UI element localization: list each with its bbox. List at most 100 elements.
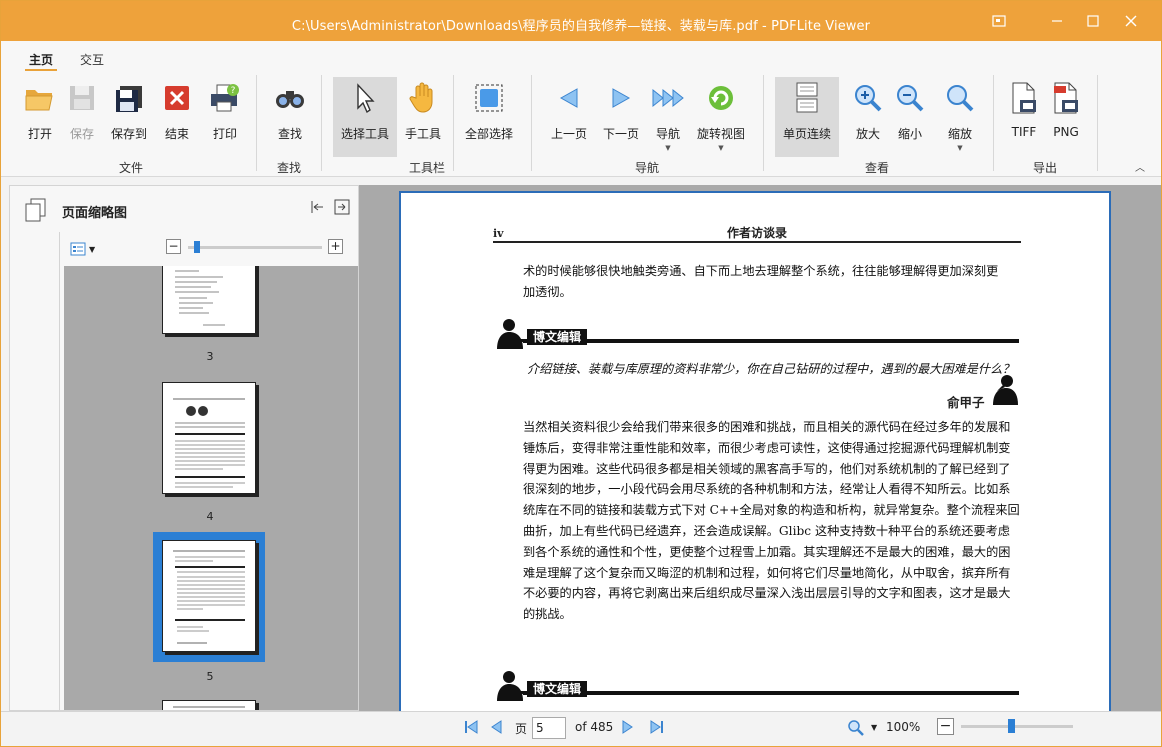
svg-text:?: ? — [231, 86, 236, 96]
page-preview — [175, 270, 225, 326]
thumbnail-list[interactable]: 3 4 5 — [64, 266, 358, 710]
editor-silhouette-icon — [497, 319, 525, 349]
save-as-button[interactable]: 保存到 — [107, 77, 151, 157]
zoom-out-icon — [897, 85, 924, 112]
status-bar: 页 5 of 485 ▼ 100% − — [1, 711, 1161, 746]
single-continuous-button[interactable]: 单页连续 — [775, 77, 839, 157]
thumbnail-panel-header: 页面缩略图 — [10, 186, 358, 232]
next-page-label: 下一页 — [602, 127, 639, 141]
thumb-zoom-out-button[interactable]: − — [166, 239, 181, 254]
section-band-rule — [523, 691, 1019, 695]
thumb-zoom-in-button[interactable]: + — [328, 239, 343, 254]
page-number-header: iv — [493, 227, 504, 240]
header-rule — [493, 241, 1021, 243]
section-tag: 博文编辑 — [527, 329, 588, 345]
text-line: 得更为困难。这些代码很多都是相关领域的黑客高手写的，他们对系统机制的了解已经到了 — [523, 461, 1011, 476]
cursor-arrow-icon — [357, 83, 375, 114]
document-page[interactable]: iv 作者访谈录 术的时候能够很快地触类旁通、自下而上地去理解整个系统，往往能够… — [399, 191, 1111, 711]
triangle-left-icon — [559, 88, 578, 108]
window-layout-icon — [992, 15, 1006, 27]
print-button[interactable]: ? 打印 — [207, 77, 243, 157]
find-button[interactable]: 查找 — [271, 77, 309, 157]
page-number-input[interactable]: 5 — [532, 717, 566, 739]
zoom-slider[interactable] — [961, 719, 1073, 733]
select-all-icon — [475, 84, 503, 112]
group-label-view: 查看 — [865, 161, 890, 175]
status-prev-page-button[interactable] — [489, 720, 503, 737]
text-line: 到各个系统的通性和个性，更使整个过程雪上加霜。其实理解还不是最大的困难，最大的困 — [523, 544, 1011, 559]
select-all-button[interactable]: 全部选择 — [461, 77, 517, 157]
navigate-dropdown-button[interactable]: 导航 ▼ — [649, 77, 687, 157]
export-tiff-button[interactable]: TIFF — [1007, 77, 1041, 157]
zoom-dropdown-button[interactable]: 缩放 ▼ — [943, 77, 977, 157]
close-window-button[interactable] — [1119, 10, 1143, 32]
last-page-button[interactable] — [649, 720, 665, 737]
select-tool-button[interactable]: 选择工具 — [333, 77, 397, 157]
maximize-button[interactable] — [1081, 10, 1105, 32]
tab-interact[interactable]: 交互 — [80, 51, 104, 68]
zoom-in-button[interactable]: 放大 — [851, 77, 885, 157]
zoom-menu-button[interactable] — [847, 719, 865, 740]
rotate-view-label: 旋转视图 — [696, 127, 745, 141]
first-page-icon — [465, 720, 478, 734]
rotate-view-dropdown-button[interactable]: 旋转视图 ▼ — [695, 77, 747, 157]
running-header: 作者访谈录 — [727, 226, 788, 240]
zoom-slider-knob[interactable] — [1008, 719, 1016, 733]
thumb-zoom-slider-knob[interactable] — [194, 241, 201, 253]
ribbon-separator — [531, 75, 532, 171]
collapse-ribbon-button[interactable]: ︿ — [1135, 159, 1145, 174]
thumbnail-options-button[interactable]: ▼ — [70, 242, 95, 256]
chevron-down-icon[interactable]: ▼ — [871, 723, 877, 732]
close-document-label: 结束 — [164, 127, 189, 141]
status-next-page-button[interactable] — [621, 720, 635, 737]
minimize-icon — [1052, 20, 1062, 22]
collapse-panel-button[interactable] — [310, 200, 324, 217]
ribbon-separator — [1097, 75, 1098, 171]
zoom-percent: 100% — [886, 720, 921, 734]
status-zoom-out-button[interactable]: − — [937, 718, 954, 735]
document-view[interactable]: iv 作者访谈录 术的时候能够很快地触类旁通、自下而上地去理解整个系统，往往能够… — [359, 185, 1161, 711]
thumbnail-page-selected[interactable] — [162, 540, 256, 652]
find-label: 查找 — [277, 127, 302, 141]
title-bar: C:\Users\Administrator\Downloads\程序员的自我修… — [1, 1, 1161, 41]
tab-home[interactable]: 主页 — [24, 51, 58, 71]
group-label-toolbar: 工具栏 — [409, 161, 446, 175]
close-document-button[interactable]: 结束 — [159, 77, 195, 157]
thumbnail-number: 5 — [206, 670, 214, 683]
single-continuous-label: 单页连续 — [782, 127, 831, 141]
editor-silhouette-icon — [497, 671, 525, 701]
binoculars-icon — [276, 91, 304, 108]
png-label: PNG — [1053, 125, 1079, 139]
open-button[interactable]: 打开 — [21, 77, 59, 157]
thumbnail-page[interactable] — [162, 382, 256, 494]
chevron-down-icon: ▼ — [89, 244, 96, 254]
section-band-rule — [523, 339, 1019, 343]
hand-tool-button[interactable]: 手工具 — [401, 77, 445, 157]
group-label-find: 查找 — [277, 161, 302, 175]
first-page-button[interactable] — [463, 720, 479, 737]
page-preview — [173, 550, 245, 644]
export-png-button[interactable]: PNG — [1049, 77, 1083, 157]
next-page-button[interactable]: 下一页 — [599, 77, 643, 157]
text-line: 锤炼后，变得非常注重性能和效率，而很少考虑可读性，这使得通过挖掘源代码理解机制变 — [523, 440, 1011, 455]
thumbnail-page[interactable] — [162, 266, 256, 334]
text-line: 统库在不同的链接和装载方式下对 C++全局对象的构造和析构，就异常复杂。整个流程… — [523, 503, 1020, 518]
save-button[interactable]: 保存 — [64, 77, 100, 157]
minimize-button[interactable] — [1045, 10, 1069, 32]
interviewee-silhouette-icon — [993, 375, 1018, 405]
thumb-zoom-slider[interactable] — [188, 241, 322, 253]
thumbnail-page[interactable] — [162, 700, 256, 710]
triangle-right-icon — [622, 720, 633, 734]
ribbon-tabs: 主页 交互 — [1, 41, 1161, 71]
ribbon-separator — [321, 75, 322, 171]
save-as-icon — [116, 86, 142, 112]
prev-page-button[interactable]: 上一页 — [547, 77, 591, 157]
chevron-down-icon: ▼ — [718, 144, 724, 152]
maximize-icon — [1087, 15, 1099, 27]
restore-layout-button[interactable] — [987, 10, 1011, 32]
navigate-label: 导航 — [655, 127, 680, 141]
pages-continuous-icon — [796, 82, 818, 113]
group-label-export: 导出 — [1033, 161, 1058, 175]
zoom-out-button[interactable]: 缩小 — [893, 77, 927, 157]
undock-panel-button[interactable] — [334, 199, 350, 218]
